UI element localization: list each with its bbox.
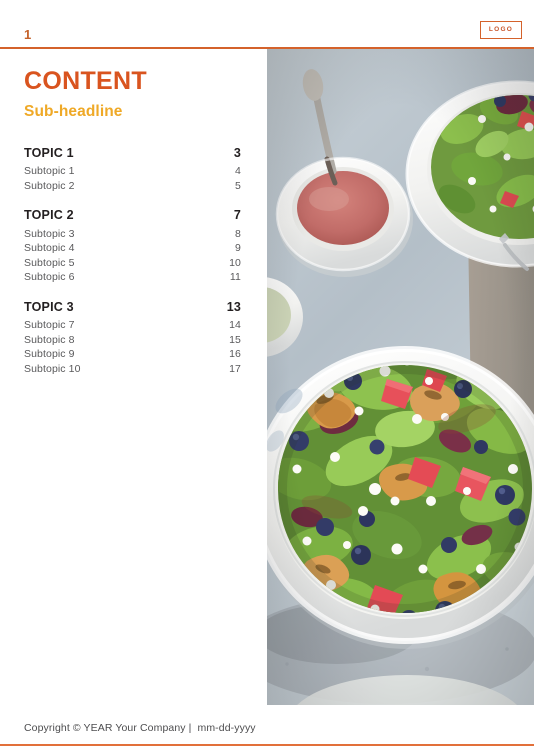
toc-subtopic-page: 17 bbox=[229, 362, 241, 375]
toc-subtopic-label: Subtopic 10 bbox=[24, 362, 81, 375]
toc-subtopic-label: Subtopic 1 bbox=[24, 165, 75, 178]
toc-topic-label: TOPIC 2 bbox=[24, 208, 74, 223]
page-subtitle: Sub-headline bbox=[24, 102, 123, 120]
toc-subtopic-label: Subtopic 2 bbox=[24, 179, 75, 192]
toc-topic-row[interactable]: TOPIC 2 7 bbox=[24, 209, 241, 222]
toc-topic-row[interactable]: TOPIC 1 3 bbox=[24, 147, 241, 160]
footer-divider-rule bbox=[0, 744, 534, 747]
toc-subtopic-row[interactable]: Subtopic 2 5 bbox=[24, 181, 241, 192]
toc-subtopic-page: 4 bbox=[235, 165, 241, 178]
toc-topic-page: 13 bbox=[226, 299, 241, 314]
copyright-text: Copyright © YEAR Your Company | mm-dd-yy… bbox=[24, 722, 256, 734]
toc-subtopic-label: Subtopic 9 bbox=[24, 348, 75, 361]
page-footer: Copyright © YEAR Your Company | mm-dd-yy… bbox=[0, 705, 534, 755]
logo-placeholder[interactable]: LOGO bbox=[480, 21, 522, 39]
logo-label: LOGO bbox=[488, 25, 514, 33]
page-title: CONTENT bbox=[24, 67, 147, 95]
toc-group: TOPIC 1 3 Subtopic 1 4 Subtopic 2 5 bbox=[24, 147, 241, 192]
toc-topic-label: TOPIC 3 bbox=[24, 299, 74, 314]
toc-subtopic-page: 8 bbox=[235, 227, 241, 240]
toc-subtopic-row[interactable]: Subtopic 7 14 bbox=[24, 320, 241, 331]
toc-subtopic-row[interactable]: Subtopic 1 4 bbox=[24, 166, 241, 177]
toc-subtopic-row[interactable]: Subtopic 4 9 bbox=[24, 243, 241, 254]
toc-subtopic-label: Subtopic 4 bbox=[24, 242, 75, 255]
toc-subtopic-page: 15 bbox=[229, 333, 241, 346]
toc-subtopic-row[interactable]: Subtopic 9 16 bbox=[24, 349, 241, 360]
toc-subtopic-label: Subtopic 7 bbox=[24, 319, 75, 332]
toc-subtopic-label: Subtopic 8 bbox=[24, 333, 75, 346]
salad-photo bbox=[267, 49, 534, 705]
toc-topic-row[interactable]: TOPIC 3 13 bbox=[24, 301, 241, 314]
toc-subtopic-page: 5 bbox=[235, 179, 241, 192]
page-number: 1 bbox=[24, 27, 32, 42]
toc-topic-label: TOPIC 1 bbox=[24, 145, 74, 160]
page-header: 1 LOGO bbox=[0, 0, 534, 48]
toc-subtopic-label: Subtopic 3 bbox=[24, 227, 75, 240]
toc-page: 1 LOGO CONTENT Sub-headline TOPIC 1 3 Su… bbox=[0, 0, 534, 755]
toc-topic-page: 3 bbox=[233, 145, 241, 160]
toc-subtopic-row[interactable]: Subtopic 5 10 bbox=[24, 258, 241, 269]
toc-subtopic-page: 14 bbox=[229, 319, 241, 332]
toc-subtopic-label: Subtopic 5 bbox=[24, 256, 75, 269]
toc-subtopic-row[interactable]: Subtopic 6 11 bbox=[24, 272, 241, 283]
toc-subtopic-page: 9 bbox=[235, 242, 241, 255]
toc-subtopic-page: 10 bbox=[229, 256, 241, 269]
toc-subtopic-page: 11 bbox=[229, 271, 241, 284]
content-column: CONTENT Sub-headline TOPIC 1 3 Subtopic … bbox=[0, 49, 267, 705]
toc-group: TOPIC 2 7 Subtopic 3 8 Subtopic 4 9 Subt… bbox=[24, 209, 241, 283]
toc-group: TOPIC 3 13 Subtopic 7 14 Subtopic 8 15 S… bbox=[24, 301, 241, 375]
toc-subtopic-row[interactable]: Subtopic 8 15 bbox=[24, 335, 241, 346]
table-of-contents: TOPIC 1 3 Subtopic 1 4 Subtopic 2 5 TOPI… bbox=[24, 147, 241, 375]
toc-subtopic-page: 16 bbox=[229, 348, 241, 361]
toc-subtopic-label: Subtopic 6 bbox=[24, 271, 75, 284]
toc-subtopic-row[interactable]: Subtopic 3 8 bbox=[24, 229, 241, 240]
toc-topic-page: 7 bbox=[233, 208, 241, 223]
toc-subtopic-row[interactable]: Subtopic 10 17 bbox=[24, 364, 241, 375]
